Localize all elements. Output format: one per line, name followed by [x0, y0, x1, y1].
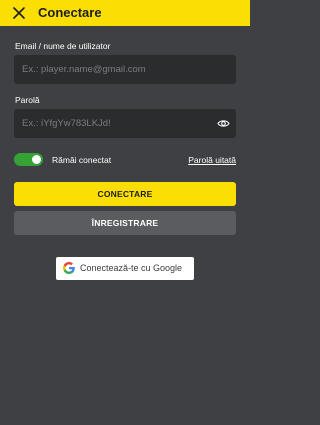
- google-icon: [63, 262, 75, 274]
- password-visibility-toggle[interactable]: [217, 117, 230, 130]
- toggle-knob: [32, 155, 41, 164]
- login-button[interactable]: CONECTARE: [14, 182, 236, 206]
- google-signin-label: Conectează-te cu Google: [80, 263, 183, 273]
- forgot-password-link[interactable]: Parolă uitată: [188, 155, 236, 166]
- eye-icon: [217, 120, 230, 127]
- close-icon: [13, 7, 25, 19]
- email-field[interactable]: [14, 55, 236, 84]
- email-label: Email / nume de utilizator: [15, 41, 111, 51]
- password-field[interactable]: [14, 109, 236, 138]
- close-button[interactable]: [11, 5, 27, 21]
- password-field-container: [14, 109, 236, 138]
- email-field-container: [14, 55, 236, 84]
- app-header: Conectare: [0, 0, 250, 26]
- register-button[interactable]: ÎNREGISTRARE: [14, 211, 236, 235]
- remember-me-toggle[interactable]: [14, 153, 43, 166]
- remember-me-label: Rămâi conectat: [52, 155, 112, 165]
- google-signin-button[interactable]: Conectează-te cu Google: [56, 257, 194, 280]
- page-title: Conectare: [38, 5, 102, 20]
- password-label: Parolă: [15, 95, 40, 105]
